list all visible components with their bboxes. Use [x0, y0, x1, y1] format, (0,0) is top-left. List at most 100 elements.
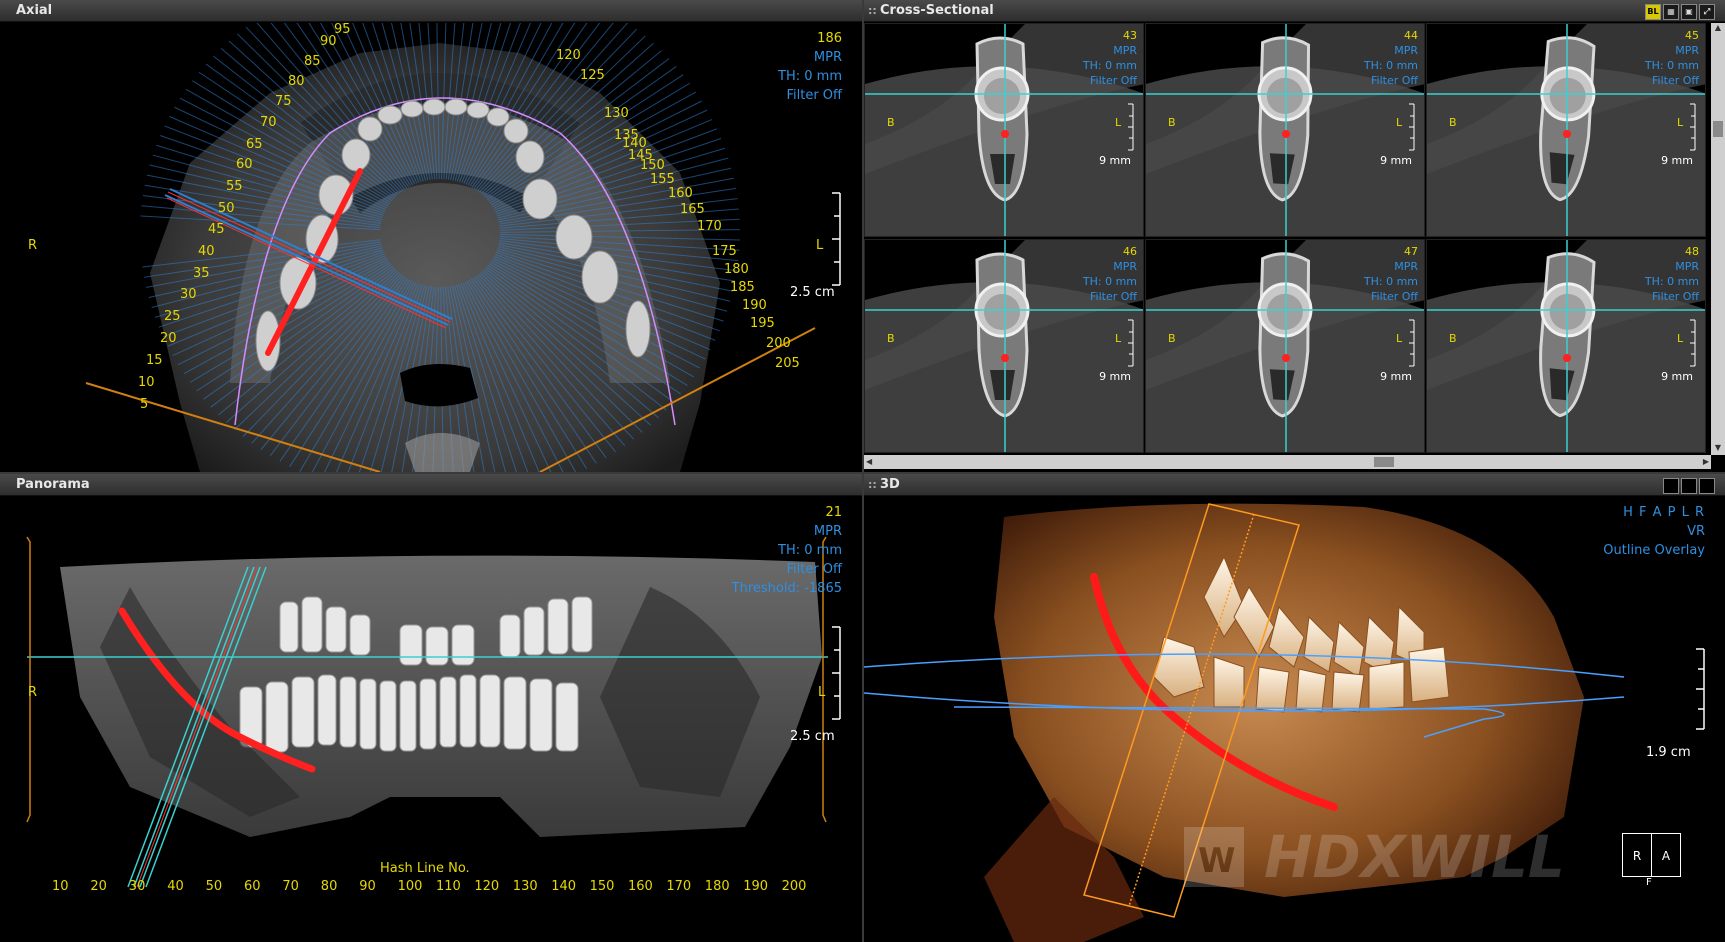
axial-hash-label: 55	[226, 179, 243, 194]
drag-grip-icon[interactable]: ::	[868, 474, 877, 496]
layout-3x2-icon[interactable]: ▦	[1663, 4, 1679, 20]
panorama-thickness: TH: 0 mm	[778, 543, 842, 558]
cross-section-slice-number: 47	[1404, 245, 1418, 258]
axial-view[interactable]: 5 10 15 20 25 30 35 40 45 50 55 60 65 70 75 80 85 90 95 120…	[0, 23, 862, 472]
vertical-scrollbar[interactable]: ▲ ▼	[1711, 23, 1725, 455]
panorama-slice-number: 21	[825, 505, 842, 520]
panorama-view[interactable]: 21 MPR TH: 0 mm Filter Off Threshold: -1…	[0, 497, 862, 942]
3d-render[interactable]: W HDXWILL	[864, 497, 1725, 942]
cross-sectional-panel[interactable]: :: Cross-Sectional BL ▦ ▣ ⤢ 43 MPR TH: 0 m…	[864, 0, 1725, 472]
cross-section-thickness: TH: 0 mm	[1363, 59, 1418, 72]
cross-section-lingual-label: L	[1115, 116, 1122, 129]
cross-section-buccal-label: B	[887, 116, 895, 129]
cross-section-filter: Filter Off	[1090, 290, 1137, 303]
3d-option-button-2[interactable]	[1681, 478, 1697, 494]
axial-titlebar[interactable]: Axial	[0, 0, 862, 22]
panorama-panel[interactable]: Panorama 21 MPR TH: 0 mm Filter Off Thre…	[0, 474, 862, 942]
orientation-cube-right-face: R	[1622, 833, 1652, 877]
cross-section-cell[interactable]: 46 MPR TH: 0 mm Filter Off B L 9 mm	[864, 239, 1144, 453]
cross-section-thickness: TH: 0 mm	[1644, 59, 1699, 72]
cross-section-buccal-label: B	[887, 332, 895, 345]
scroll-down-arrow-icon[interactable]: ▼	[1711, 443, 1725, 455]
cross-section-cell[interactable]: 45 MPR TH: 0 mm Filter Off B L 9 mm	[1426, 23, 1706, 237]
axial-hash-label: 130	[604, 106, 629, 121]
panel-divider-horizontal[interactable]	[0, 472, 1725, 474]
3d-titlebar[interactable]: :: 3D	[864, 474, 1725, 496]
axial-info: 186 MPR TH: 0 mm Filter Off	[778, 29, 842, 105]
bl-toggle-button[interactable]: BL	[1645, 4, 1661, 20]
horizontal-scroll-thumb[interactable]	[1374, 457, 1394, 467]
axial-hash-label: 30	[180, 287, 197, 302]
cross-section-filter: Filter Off	[1371, 74, 1418, 87]
axial-mode: MPR	[813, 50, 842, 65]
axial-hash-label: 15	[146, 353, 163, 368]
cross-section-lingual-label: L	[1677, 332, 1684, 345]
cross-section-filter: Filter Off	[1652, 290, 1699, 303]
3d-option-button-1[interactable]	[1663, 478, 1679, 494]
3d-panel[interactable]: :: 3D W HDXWILL H F A P L R VR Outline O…	[864, 474, 1725, 942]
axial-panel[interactable]: Axial 5 10 15 20 25 30 35 40 45 50 55 60…	[0, 0, 862, 472]
hash-line-tick-label: 50	[205, 879, 223, 894]
hash-line-tick-label: 30	[128, 879, 146, 894]
cross-section-cell[interactable]: 43 MPR TH: 0 mm Filter Off B L 9 mm	[864, 23, 1144, 237]
axial-slice-number: 186	[817, 31, 842, 46]
cross-section-cell[interactable]: 44 MPR TH: 0 mm Filter Off B L 9 mm	[1145, 23, 1425, 237]
hash-line-tick-label: 80	[320, 879, 338, 894]
vertical-scroll-thumb[interactable]	[1713, 121, 1723, 137]
hash-line-tick-label: 120	[474, 879, 500, 894]
3d-option-button-3[interactable]	[1699, 478, 1715, 494]
horizontal-scrollbar[interactable]: ◀ ▶	[864, 455, 1711, 469]
hash-line-tick-label: 130	[512, 879, 538, 894]
cross-sectional-titlebar[interactable]: :: Cross-Sectional BL ▦ ▣ ⤢	[864, 0, 1725, 22]
axial-hash-label: 160	[668, 186, 693, 201]
axial-hash-label: 85	[304, 54, 321, 69]
axial-hash-label: 40	[198, 244, 215, 259]
scroll-right-arrow-icon[interactable]: ▶	[1703, 455, 1709, 469]
cross-section-info: 47 MPR TH: 0 mm Filter Off	[1364, 244, 1418, 304]
cross-section-mode: MPR	[1113, 44, 1137, 57]
layout-2x2-icon[interactable]: ▣	[1681, 4, 1697, 20]
cross-section-mode: MPR	[1394, 44, 1418, 57]
axial-hash-label: 170	[697, 219, 722, 234]
cross-section-slice-number: 48	[1685, 245, 1699, 258]
cross-section-mode: MPR	[1394, 260, 1418, 273]
cross-section-cell[interactable]: 47 MPR TH: 0 mm Filter Off B L 9 mm	[1145, 239, 1425, 453]
axial-hash-label: 45	[208, 222, 225, 237]
drag-grip-icon[interactable]: ::	[868, 0, 877, 22]
panorama-titlebar[interactable]: Panorama	[0, 474, 862, 496]
cross-section-thickness: TH: 0 mm	[1363, 275, 1418, 288]
axial-hash-label: 195	[750, 316, 775, 331]
cross-section-mode: MPR	[1675, 260, 1699, 273]
cross-section-info: 46 MPR TH: 0 mm Filter Off	[1083, 244, 1137, 304]
hash-line-tick-label: 200	[781, 879, 807, 894]
axial-hash-label: 35	[193, 266, 210, 281]
axial-hash-label: 180	[724, 262, 749, 277]
watermark-badge: W	[1198, 841, 1236, 881]
panorama-right-orientation: L	[818, 685, 826, 700]
panel-divider-vertical[interactable]	[862, 0, 864, 942]
scroll-up-arrow-icon[interactable]: ▲	[1711, 23, 1725, 35]
cross-sectional-view[interactable]: 43 MPR TH: 0 mm Filter Off B L 9 mm 44 MPR TH: 0 …	[864, 23, 1725, 472]
orientation-cube[interactable]: R A F	[1622, 833, 1682, 888]
watermark-text: HDXWILL	[1264, 823, 1565, 891]
3d-info: H F A P L R VR Outline Overlay	[1603, 503, 1705, 560]
3d-view[interactable]: W HDXWILL H F A P L R VR Outline Overlay…	[864, 497, 1725, 942]
axial-image[interactable]: 5101520253035404550556065707580859095120…	[0, 23, 862, 472]
axial-hash-label: 185	[730, 280, 755, 295]
cross-section-scale-label: 9 mm	[1380, 370, 1412, 383]
panorama-left-orientation: R	[28, 685, 38, 700]
fit-view-icon[interactable]: ⤢	[1699, 4, 1715, 20]
hash-line-tick-label: 150	[589, 879, 615, 894]
cross-section-thickness: TH: 0 mm	[1082, 275, 1137, 288]
panorama-mode: MPR	[813, 524, 842, 539]
cross-section-lingual-label: L	[1396, 116, 1403, 129]
cross-section-slice-number: 44	[1404, 29, 1418, 42]
cross-section-buccal-label: B	[1449, 332, 1457, 345]
cross-section-info: 45 MPR TH: 0 mm Filter Off	[1645, 28, 1699, 88]
cross-section-info: 44 MPR TH: 0 mm Filter Off	[1364, 28, 1418, 88]
cross-sectional-title: Cross-Sectional	[880, 3, 994, 18]
3d-orientation-buttons[interactable]: H F A P L R	[1603, 503, 1705, 522]
scroll-left-arrow-icon[interactable]: ◀	[866, 455, 872, 469]
cross-section-thickness: TH: 0 mm	[1082, 59, 1137, 72]
cross-section-cell[interactable]: 48 MPR TH: 0 mm Filter Off B L 9 mm	[1426, 239, 1706, 453]
